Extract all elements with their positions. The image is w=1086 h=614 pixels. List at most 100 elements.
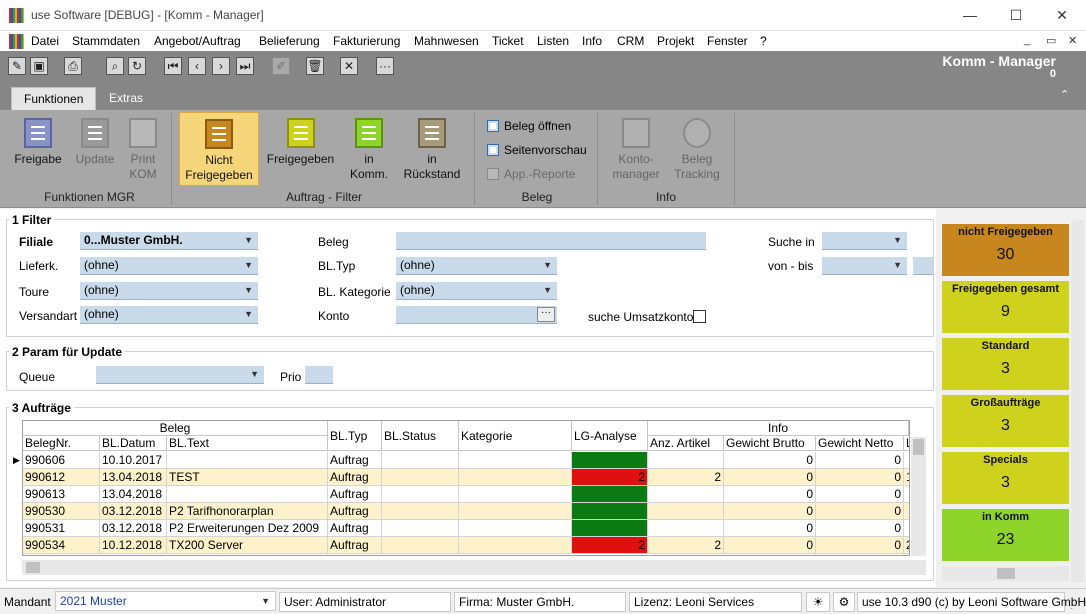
vonbis-to-input[interactable]	[913, 257, 933, 275]
beleg-tracking-button[interactable]: Beleg Tracking	[668, 112, 726, 186]
horizontal-scrollbar[interactable]	[22, 560, 926, 575]
cell-datum[interactable]: 10.10.2017	[100, 452, 167, 469]
menu-projekt[interactable]: Projekt	[657, 34, 694, 48]
cell-status[interactable]	[382, 503, 459, 520]
update-button[interactable]: Update	[72, 112, 118, 186]
filiale-select[interactable]: 0...Muster GmbH. ▼	[80, 232, 258, 250]
cell-brutto[interactable]: 0	[724, 469, 816, 486]
cell-kat[interactable]	[459, 452, 572, 469]
cell-anz[interactable]: 2	[648, 537, 724, 554]
cell-lg[interactable]	[572, 486, 648, 503]
tile-4[interactable]: Großaufträge 3	[942, 395, 1069, 447]
cell-anz[interactable]	[648, 486, 724, 503]
cell-netto[interactable]: 0	[816, 503, 904, 520]
print-kom-button[interactable]: Print KOM	[122, 112, 164, 186]
cell-brutto[interactable]: 0	[724, 537, 816, 554]
save-icon[interactable]: ▣	[30, 57, 48, 75]
tile-3[interactable]: Standard 3	[942, 338, 1069, 390]
in-komm-button[interactable]: in Komm.	[342, 112, 396, 186]
lieferk-select[interactable]: (ohne) ▼	[80, 257, 258, 275]
cell-l[interactable]	[904, 486, 909, 503]
cell-nr[interactable]: 990613	[23, 486, 100, 503]
menu-angebot[interactable]: Angebot/Auftrag	[154, 34, 241, 48]
bltyp-select[interactable]: (ohne) ▼	[396, 257, 557, 275]
maximize-button[interactable]: ☐	[993, 0, 1039, 31]
cell-nr[interactable]: 990530	[23, 503, 100, 520]
header-kategorie[interactable]: Kategorie	[459, 421, 572, 451]
versandart-select[interactable]: (ohne) ▼	[80, 306, 258, 324]
kontomanager-button[interactable]: Konto- manager	[606, 112, 666, 186]
menu-stammdaten[interactable]: Stammdaten	[72, 34, 140, 48]
mdi-minimize-button[interactable]: _	[1024, 34, 1030, 46]
cell-nr[interactable]: 990531	[23, 520, 100, 537]
cell-brutto[interactable]: 0	[724, 503, 816, 520]
cell-text[interactable]: P2 Erweiterungen Dez 2009	[167, 520, 328, 537]
konto-input[interactable]: ···	[396, 306, 557, 324]
vertical-scrollbar[interactable]	[911, 437, 926, 556]
tile-1[interactable]: nicht Freigegeben 30	[942, 224, 1069, 276]
header-l[interactable]: L	[904, 436, 909, 451]
cell-anz[interactable]	[648, 520, 724, 537]
scrollbar-thumb[interactable]	[26, 562, 40, 573]
nicht-freigegeben-button[interactable]: Nicht Freigegeben	[179, 112, 259, 186]
header-belegnr[interactable]: BelegNr.	[23, 436, 100, 451]
umsatzkonto-checkbox[interactable]	[693, 310, 706, 323]
toure-select[interactable]: (ohne) ▼	[80, 282, 258, 300]
beleg-oeffnen-button[interactable]: Beleg öffnen	[487, 119, 571, 133]
cell-status[interactable]	[382, 469, 459, 486]
collapse-ribbon-icon[interactable]: ⌃	[1060, 88, 1069, 101]
menu-datei[interactable]: Datei	[31, 34, 59, 48]
cell-kat[interactable]	[459, 469, 572, 486]
cell-datum[interactable]: 13.04.2018	[100, 486, 167, 503]
cell-l[interactable]: 2	[904, 537, 909, 554]
in-rueckstand-button[interactable]: in Rückstand	[400, 112, 464, 186]
queue-select[interactable]: ▼	[96, 366, 264, 384]
cell-lg[interactable]: 2	[572, 537, 648, 554]
cell-kat[interactable]	[459, 486, 572, 503]
mandant-select[interactable]: 2021 Muster ▼	[55, 591, 276, 611]
seitenvorschau-button[interactable]: Seitenvorschau	[487, 143, 587, 157]
tab-extras[interactable]: Extras	[97, 87, 155, 110]
cell-kat[interactable]	[459, 503, 572, 520]
more-icon[interactable]: ···	[376, 57, 394, 75]
cell-anz[interactable]: 2	[648, 469, 724, 486]
blkat-select[interactable]: (ohne) ▼	[396, 282, 557, 300]
cell-status[interactable]	[382, 486, 459, 503]
header-blstatus[interactable]: BL.Status	[382, 421, 459, 451]
tile-6[interactable]: in Komm 23	[942, 509, 1069, 561]
freigegeben-button[interactable]: Freigegeben	[263, 112, 338, 186]
pencil-icon[interactable]: ✐	[272, 57, 290, 75]
refresh-icon[interactable]: ↻	[128, 57, 146, 75]
close-button[interactable]: ✕	[1039, 0, 1085, 31]
cancel-icon[interactable]: ✕	[340, 57, 358, 75]
cell-typ[interactable]: Auftrag	[328, 452, 382, 469]
menu-info[interactable]: Info	[582, 34, 602, 48]
cell-anz[interactable]	[648, 503, 724, 520]
side-scrollbar[interactable]	[1071, 220, 1084, 582]
minimize-button[interactable]: —	[947, 0, 993, 31]
suchein-select[interactable]: ▼	[822, 232, 907, 250]
last-record-icon[interactable]: ⏭	[236, 57, 254, 75]
lookup-button[interactable]: ···	[537, 307, 555, 322]
tile-5[interactable]: Specials 3	[942, 452, 1069, 504]
header-anz-artikel[interactable]: Anz. Artikel	[648, 436, 724, 451]
cell-status[interactable]	[382, 537, 459, 554]
cell-l[interactable]	[904, 503, 909, 520]
resize-grip-icon[interactable]: ⋰	[1070, 600, 1080, 611]
cell-l[interactable]: 1	[904, 469, 909, 486]
side-h-scrollbar[interactable]	[942, 566, 1069, 581]
header-lg-analyse[interactable]: LG-Analyse	[572, 421, 648, 451]
menu-fakturierung[interactable]: Fakturierung	[333, 34, 400, 48]
edit-icon[interactable]: ✎	[8, 57, 26, 75]
tab-funktionen[interactable]: Funktionen	[11, 87, 97, 110]
menu-fenster[interactable]: Fenster	[707, 34, 748, 48]
header-gewicht-brutto[interactable]: Gewicht Brutto	[724, 436, 816, 451]
cell-typ[interactable]: Auftrag	[328, 486, 382, 503]
cell-netto[interactable]: 0	[816, 469, 904, 486]
menu-belieferung[interactable]: Belieferung	[259, 34, 320, 48]
menu-ticket[interactable]: Ticket	[492, 34, 524, 48]
cell-brutto[interactable]: 0	[724, 452, 816, 469]
header-bldatum[interactable]: BL.Datum	[100, 436, 167, 451]
menu-crm[interactable]: CRM	[617, 34, 644, 48]
print-icon[interactable]: ⎙	[64, 57, 82, 75]
